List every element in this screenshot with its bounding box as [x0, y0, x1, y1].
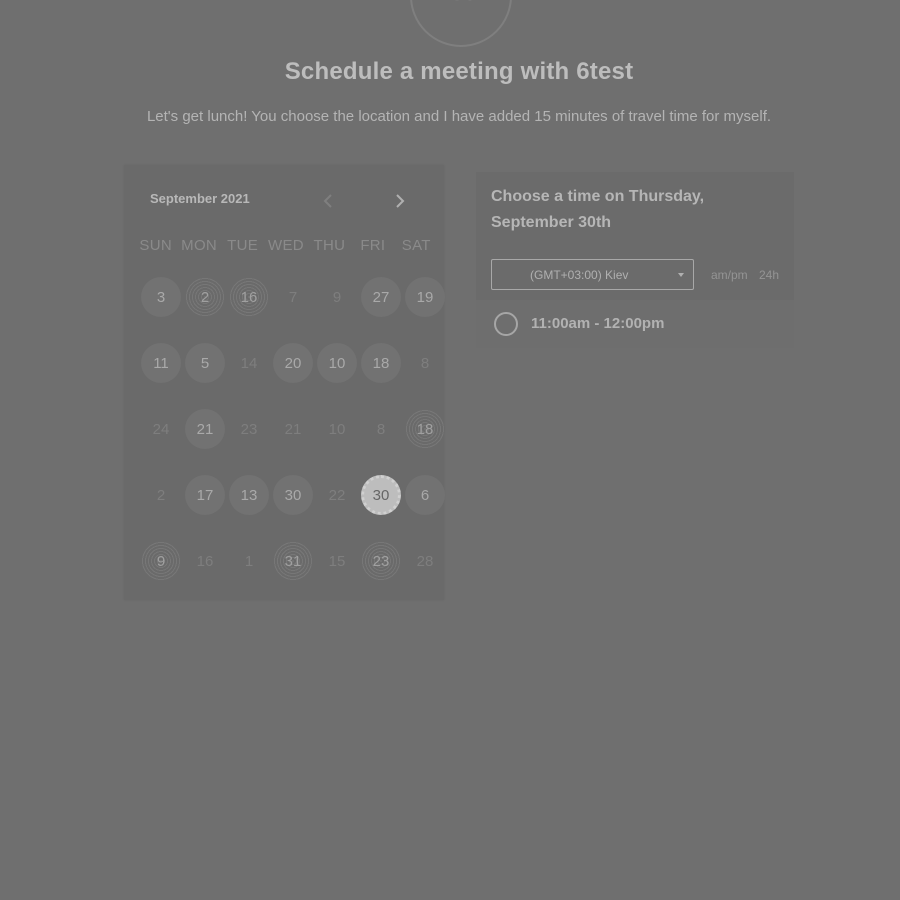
weekday-label: WED [268, 237, 304, 254]
format-24h-toggle[interactable]: 24h [759, 268, 779, 282]
calendar-day[interactable]: 21 [185, 409, 225, 449]
calendar-month-label: September 2021 [150, 191, 250, 206]
calendar-day[interactable]: 13 [229, 475, 269, 515]
chevron-right-icon [396, 194, 405, 208]
time-panel-heading: Choose a time on Thursday, September 30t… [491, 188, 705, 231]
calendar-day: 22 [328, 486, 346, 504]
time-selection-panel: Choose a time on Thursday, September 30t… [476, 172, 794, 348]
calendar-day[interactable]: 2 [185, 277, 225, 317]
calendar-day: 9 [332, 288, 342, 306]
format-ampm-toggle[interactable]: am/pm [711, 268, 748, 282]
calendar-day[interactable]: 23 [361, 541, 401, 581]
calendar-day: 1 [244, 552, 254, 570]
calendar-day[interactable]: 27 [361, 277, 401, 317]
calendar-day: 7 [288, 288, 298, 306]
weekday-label: FRI [360, 237, 386, 254]
calendar-days-grid: 3 2 16 7 9 27 19 11 5 14 20 10 18 8 24 21 23 21 10 8 18 2 17 13… [139, 277, 447, 607]
meeting-description: Let's get lunch! You choose the location… [146, 108, 772, 125]
time-slot-label: 11:00am - 12:00pm [531, 315, 665, 332]
caret-down-icon [678, 273, 684, 277]
calendar-day: 8 [420, 354, 430, 372]
calendar-day: 28 [416, 552, 434, 570]
calendar-day[interactable]: 20 [273, 343, 313, 383]
weekday-label: MON [181, 237, 218, 254]
weekday-label: THU [313, 237, 346, 254]
time-slot-option[interactable]: 11:00am - 12:00pm [476, 300, 794, 348]
weekday-label: TUE [227, 237, 259, 254]
timezone-select[interactable]: (GMT+03:00) Kiev [491, 259, 694, 290]
calendar-day[interactable]: 5 [185, 343, 225, 383]
chevron-left-icon [323, 194, 332, 208]
calendar-day[interactable]: 18 [361, 343, 401, 383]
next-month-button[interactable] [388, 189, 412, 213]
calendar-day[interactable]: 18 [405, 409, 445, 449]
calendar-day-selected[interactable]: 30 [361, 475, 401, 515]
calendar-day[interactable]: 31 [273, 541, 313, 581]
radio-circle-icon[interactable] [494, 312, 518, 336]
weekday-label: SUN [139, 237, 172, 254]
previous-month-button[interactable] [316, 189, 340, 213]
weekday-header: SUN MON TUE WED THU FRI SAT [134, 237, 438, 254]
calendar-day[interactable]: 6 [405, 475, 445, 515]
calendar-day: 10 [328, 420, 346, 438]
calendar-day[interactable]: 10 [317, 343, 357, 383]
calendar-day: 23 [240, 420, 258, 438]
calendar-day[interactable]: 11 [141, 343, 181, 383]
calendar-day: 24 [152, 420, 170, 438]
calendar-panel: September 2021 SUN MON TUE WED THU FRI S… [124, 165, 445, 600]
calendar-day: 8 [376, 420, 386, 438]
calendar-day[interactable]: 9 [141, 541, 181, 581]
calendar-day[interactable]: 3 [141, 277, 181, 317]
page-title: Schedule a meeting with 6test [284, 58, 634, 85]
calendar-day: 14 [240, 354, 258, 372]
calendar-day[interactable]: 16 [229, 277, 269, 317]
calendar-day: 15 [328, 552, 346, 570]
host-avatar: 6t [410, 0, 512, 47]
avatar-initials: 6t [449, 0, 472, 7]
calendar-day: 2 [156, 486, 166, 504]
calendar-day[interactable]: 17 [185, 475, 225, 515]
calendar-day: 16 [196, 552, 214, 570]
weekday-label: SAT [401, 237, 431, 254]
timezone-value: (GMT+03:00) Kiev [530, 267, 629, 282]
calendar-day[interactable]: 30 [273, 475, 313, 515]
calendar-day[interactable]: 19 [405, 277, 445, 317]
calendar-day: 21 [284, 420, 302, 438]
booking-page: 6t Schedule a meeting with 6test Let's g… [0, 0, 900, 900]
